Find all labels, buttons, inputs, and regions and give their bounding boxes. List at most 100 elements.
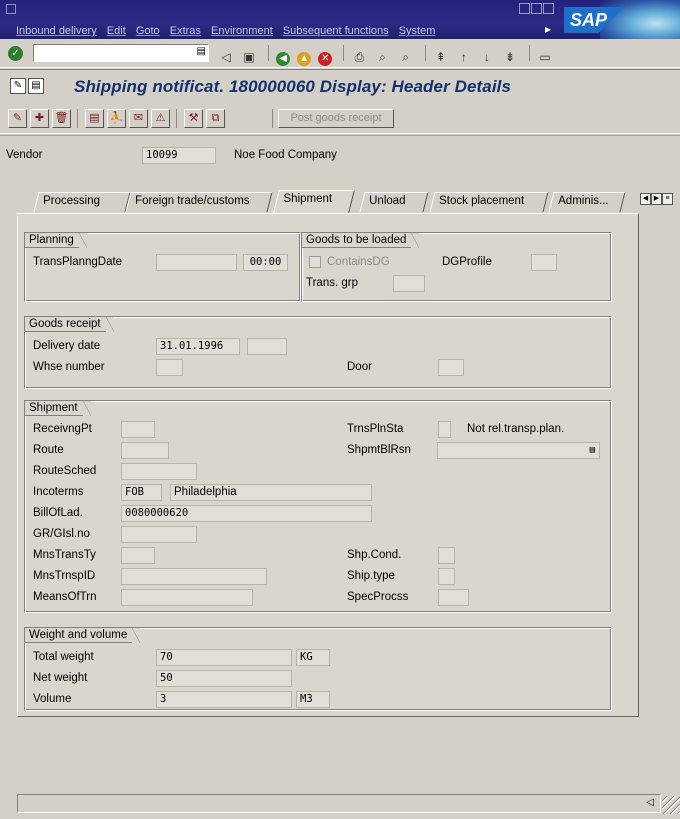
toolbar-separator (77, 109, 78, 128)
system-menu-icon[interactable] (6, 4, 16, 14)
edit-pencil-icon[interactable]: ✎ (8, 109, 27, 128)
incoterms-place-field[interactable]: Philadelphia (170, 484, 372, 501)
trans-plan-time-field[interactable]: 00:00 (243, 254, 288, 271)
tab-shipment[interactable]: Shipment (273, 190, 355, 213)
tab-scroll-right-icon[interactable]: ▶ (651, 193, 662, 205)
resize-grip-icon[interactable] (662, 796, 680, 814)
shipment-group: Shipment ReceivngPt TrnsPlnSta Not rel.t… (24, 400, 612, 613)
next-page-icon[interactable]: ↓ (479, 49, 495, 65)
document-icon[interactable]: ▤ (28, 78, 44, 94)
door-field[interactable] (438, 359, 464, 376)
sap-swirl-graphic (600, 0, 680, 39)
toolbar-separator (176, 109, 177, 128)
trans-grp-field[interactable] (393, 275, 425, 292)
tab-stock-placement[interactable]: Stock placement (429, 192, 549, 212)
receiving-pt-label: ReceivngPt (33, 423, 92, 435)
tab-unload[interactable]: Unload (359, 192, 429, 212)
expand-menu-icon[interactable]: ▸ (545, 22, 551, 36)
trns-pln-sta-field[interactable] (438, 421, 451, 438)
create-item-icon[interactable]: ✚ (30, 109, 49, 128)
command-field[interactable]: ▤ (33, 44, 209, 62)
incoterms-label: Incoterms (33, 486, 84, 498)
last-page-icon[interactable]: ⇟ (502, 49, 518, 65)
tab-processing-label: Processing (43, 195, 101, 207)
command-history-icon[interactable]: ▤ (197, 46, 206, 57)
back-arrow-icon[interactable]: ◁ (218, 49, 234, 65)
bill-of-lading-label: BillOfLad. (33, 507, 83, 519)
weight-volume-title: Weight and volume (25, 628, 141, 643)
contains-dg-label: ContainsDG (327, 256, 390, 268)
previous-page-icon[interactable]: ↑ (456, 49, 472, 65)
menu-system[interactable]: System (399, 25, 436, 37)
header-details-icon[interactable]: ▤ (85, 109, 104, 128)
volume-field[interactable]: 3 (156, 691, 292, 708)
dg-profile-field[interactable] (531, 254, 557, 271)
goods-receipt-title: Goods receipt (25, 317, 114, 332)
net-weight-field[interactable]: 50 (156, 670, 292, 687)
print-icon[interactable]: ⎙ (351, 49, 367, 65)
vendor-field[interactable]: 10099 (142, 147, 216, 164)
gr-gisl-field[interactable] (121, 526, 197, 543)
post-goods-receipt-button[interactable]: Post goods receipt (278, 109, 394, 128)
tab-processing[interactable]: Processing (33, 192, 131, 212)
first-page-icon[interactable]: ⇞ (433, 49, 449, 65)
delivery-date-field[interactable]: 31.01.1996 (156, 338, 240, 355)
mns-trnsp-id-field[interactable] (121, 568, 267, 585)
minimize-icon[interactable] (519, 3, 530, 14)
create-session-icon[interactable]: ▭ (537, 49, 553, 65)
packing-icon[interactable]: ⧉ (206, 109, 225, 128)
weight-unit-field[interactable]: KG (296, 649, 330, 666)
menu-subsequent-functions[interactable]: Subsequent functions (283, 25, 389, 37)
picking-icon[interactable]: ⚒ (184, 109, 203, 128)
find-next-icon[interactable]: ⌕ (398, 49, 414, 65)
incoterms-code-field[interactable]: FOB (121, 484, 162, 501)
spec-procss-field[interactable] (438, 589, 469, 606)
receiving-pt-field[interactable] (121, 421, 155, 438)
whse-number-field[interactable] (156, 359, 183, 376)
cancel-red-icon[interactable]: ✕ (318, 52, 333, 66)
vendor-name: Noe Food Company (234, 149, 337, 161)
means-of-trn-field[interactable] (121, 589, 253, 606)
tab-scroll-left-icon[interactable]: ◀ (640, 193, 651, 205)
tab-administration-label: Adminis... (558, 195, 609, 207)
display-change-icon[interactable]: ✎ (10, 78, 26, 94)
find-icon[interactable]: ⌕ (375, 49, 391, 65)
trans-plan-date-field[interactable] (156, 254, 237, 271)
tab-foreign-trade-customs[interactable]: Foreign trade/customs (125, 192, 273, 212)
menu-goto[interactable]: Goto (136, 25, 160, 37)
shp-cond-field[interactable] (438, 547, 455, 564)
tab-administration[interactable]: Adminis... (548, 192, 626, 212)
ship-type-field[interactable] (438, 568, 455, 585)
menu-environment[interactable]: Environment (211, 25, 273, 37)
menu-inbound-delivery[interactable]: Inbound delivery (16, 25, 97, 37)
exit-yellow-icon[interactable]: ▲ (297, 52, 312, 66)
status-expand-icon[interactable]: ◁ (646, 797, 654, 808)
title-bar: ✎ ▤ Shipping notificat. 180000060 Display… (0, 69, 680, 104)
enter-check-icon[interactable]: ✓ (8, 46, 23, 61)
output-icon[interactable]: ⚠ (151, 109, 170, 128)
menu-extras[interactable]: Extras (170, 25, 201, 37)
texts-icon[interactable]: ✉ (129, 109, 148, 128)
shpmt-bl-rsn-field[interactable]: ▤ (437, 442, 600, 459)
maximize-icon[interactable] (531, 3, 542, 14)
trns-pln-sta-text: Not rel.transp.plan. (467, 423, 565, 435)
bill-of-lading-field[interactable]: 0080000620 (121, 505, 372, 522)
volume-unit-field[interactable]: M3 (296, 691, 330, 708)
delivery-time-field[interactable] (247, 338, 287, 355)
route-sched-field[interactable] (121, 463, 197, 480)
close-icon[interactable] (543, 3, 554, 14)
menu-edit[interactable]: Edit (107, 25, 126, 37)
mns-trans-ty-field[interactable] (121, 547, 155, 564)
save-icon[interactable]: ▣ (241, 49, 257, 65)
delete-trash-icon[interactable]: 🗑 (52, 109, 71, 128)
contains-dg-checkbox[interactable] (309, 256, 321, 268)
toolbar-separator (424, 45, 426, 61)
tab-list-icon[interactable]: ≡ (662, 193, 673, 205)
back-green-icon[interactable]: ◀ (276, 52, 291, 66)
route-field[interactable] (121, 442, 169, 459)
trns-pln-sta-label: TrnsPlnSta (347, 423, 404, 435)
partner-icon[interactable]: ⛹ (107, 109, 126, 128)
total-weight-field[interactable]: 70 (156, 649, 292, 666)
standard-toolbar: ✓ ▤ ◁ ▣ ◀ ▲ ✕ ⎙ ⌕ ⌕ ⇞ ↑ ↓ ⇟ ▭ (0, 39, 680, 68)
dropdown-icon[interactable]: ▤ (590, 443, 595, 458)
